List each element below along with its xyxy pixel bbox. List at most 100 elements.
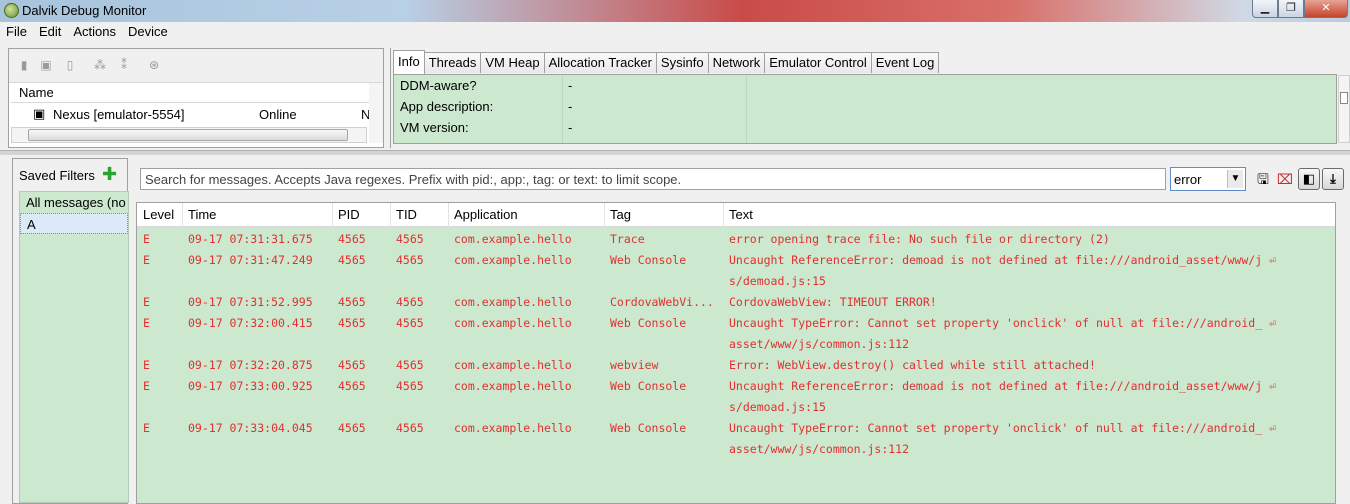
log-app: com.example.hello <box>454 358 572 372</box>
log-text: CordovaWebView: TIMEOUT ERROR! <box>729 295 937 309</box>
column-application[interactable]: Application <box>454 207 518 222</box>
saved-filters-panel: Saved Filters ✚ All messages (no A <box>12 158 129 504</box>
maximize-button[interactable]: ❐ <box>1278 0 1304 18</box>
log-pid: 4565 <box>338 253 366 267</box>
log-tid: 4565 <box>396 253 424 267</box>
tab-emulator-control[interactable]: Emulator Control <box>764 52 872 73</box>
tabs-panel: Info Threads VM Heap Allocation Tracker … <box>390 48 1350 148</box>
column-divider <box>332 203 333 227</box>
log-level: E <box>143 232 150 246</box>
tab-info[interactable]: Info <box>393 50 425 74</box>
log-time: 09-17 07:32:20.875 <box>188 358 313 372</box>
log-text: error opening trace file: No such file o… <box>729 232 1110 246</box>
debug-icon[interactable]: ▮ <box>17 58 31 72</box>
log-text: Uncaught TypeError: Cannot set property … <box>729 316 1276 330</box>
minimize-button[interactable]: ▁ <box>1252 0 1278 18</box>
device-row[interactable]: ▣ Nexus [emulator-5554] Online N <box>11 106 371 124</box>
logcat-table: Level Time PID TID Application Tag Text … <box>136 202 1336 504</box>
column-pid[interactable]: PID <box>338 207 360 222</box>
log-tag: CordovaWebVi... <box>610 295 714 309</box>
column-divider <box>604 203 605 227</box>
log-pid: 4565 <box>338 232 366 246</box>
device-name: Nexus [emulator-5554] <box>53 107 185 122</box>
info-row: VM version: - <box>394 117 1336 138</box>
tab-vm-heap[interactable]: VM Heap <box>480 52 545 73</box>
save-icon[interactable]: 🖫 <box>1254 169 1272 189</box>
log-level-select[interactable]: error ▼ <box>1170 167 1246 191</box>
tab-sysinfo[interactable]: Sysinfo <box>655 52 709 73</box>
scroll-thumb[interactable] <box>1340 92 1348 104</box>
menu-file[interactable]: File <box>0 22 33 42</box>
tab-allocation-tracker[interactable]: Allocation Tracker <box>543 52 657 73</box>
logcat-panel: Search for messages. Accepts Java regexe… <box>134 158 1350 504</box>
tab-network[interactable]: Network <box>707 52 766 73</box>
filter-list: All messages (no A <box>19 191 129 503</box>
update-heap-icon[interactable]: ▣ <box>39 58 53 72</box>
column-text[interactable]: Text <box>729 207 753 222</box>
log-time: 09-17 07:33:04.045 <box>188 421 313 435</box>
clear-log-icon[interactable]: ⌧ <box>1276 169 1294 189</box>
filter-item-all-messages[interactable]: All messages (no <box>20 192 128 213</box>
menu-bar: File Edit Actions Device <box>0 22 1350 42</box>
log-tid: 4565 <box>396 232 424 246</box>
log-level: E <box>143 421 150 435</box>
log-pid: 4565 <box>338 379 366 393</box>
menu-edit[interactable]: Edit <box>33 22 67 42</box>
log-pid: 4565 <box>338 316 366 330</box>
log-text-continued: asset/www/js/common.js:112 <box>729 337 910 351</box>
log-time: 09-17 07:32:00.415 <box>188 316 313 330</box>
info-value: - <box>568 120 573 135</box>
pane-splitter[interactable] <box>0 150 1350 155</box>
menu-device[interactable]: Device <box>122 22 174 42</box>
toggle-filters-icon[interactable]: ◧ <box>1298 168 1320 190</box>
log-level: E <box>143 253 150 267</box>
dump-hprof-icon[interactable]: ▯ <box>63 58 77 72</box>
log-tid: 4565 <box>396 316 424 330</box>
filter-item-a[interactable]: A <box>20 213 128 234</box>
column-time[interactable]: Time <box>188 207 216 222</box>
column-divider <box>723 203 724 227</box>
info-key: VM version: <box>400 120 469 135</box>
log-level: E <box>143 316 150 330</box>
log-app: com.example.hello <box>454 253 572 267</box>
devices-vscrollbar[interactable] <box>369 83 383 143</box>
chevron-down-icon[interactable]: ▼ <box>1227 170 1243 188</box>
log-tag: Web Console <box>610 379 687 393</box>
gc-icon[interactable]: ⁂ <box>93 58 107 72</box>
window-controls: ▁ ❐ ✕ <box>1252 0 1348 18</box>
column-name[interactable]: Name <box>19 85 54 100</box>
log-app: com.example.hello <box>454 421 572 435</box>
info-value: - <box>568 99 573 114</box>
devices-hscrollbar[interactable] <box>11 127 367 143</box>
update-threads-icon[interactable]: ⁑ <box>117 58 131 72</box>
tab-strip: Info Threads VM Heap Allocation Tracker … <box>393 50 940 74</box>
column-tag[interactable]: Tag <box>610 207 631 222</box>
log-app: com.example.hello <box>454 316 572 330</box>
scroll-thumb[interactable] <box>28 129 348 141</box>
log-tid: 4565 <box>396 358 424 372</box>
log-tid: 4565 <box>396 379 424 393</box>
log-pid: 4565 <box>338 358 366 372</box>
search-input[interactable]: Search for messages. Accepts Java regexe… <box>140 168 1166 190</box>
close-button[interactable]: ✕ <box>1304 0 1348 18</box>
add-filter-icon[interactable]: ✚ <box>102 165 117 183</box>
device-icon: ▣ <box>33 106 46 121</box>
menu-actions[interactable]: Actions <box>67 22 122 42</box>
log-app: com.example.hello <box>454 295 572 309</box>
info-table: DDM-aware? - App description: - VM versi… <box>393 74 1337 144</box>
log-time: 09-17 07:33:00.925 <box>188 379 313 393</box>
info-vscrollbar[interactable] <box>1338 75 1350 143</box>
tab-threads[interactable]: Threads <box>423 52 482 73</box>
log-time: 09-17 07:31:52.995 <box>188 295 313 309</box>
tab-event-log[interactable]: Event Log <box>870 52 940 73</box>
log-text-continued: s/demoad.js:15 <box>729 400 826 414</box>
stop-process-icon[interactable]: ⊛ <box>147 58 161 72</box>
scroll-lock-icon[interactable]: ⤓ <box>1322 168 1344 190</box>
column-tid[interactable]: TID <box>396 207 417 222</box>
log-time: 09-17 07:31:31.675 <box>188 232 313 246</box>
log-text: Uncaught ReferenceError: demoad is not d… <box>729 379 1276 393</box>
column-divider <box>390 203 391 227</box>
logcat-header: Level Time PID TID Application Tag Text <box>137 203 1335 227</box>
column-level[interactable]: Level <box>143 207 174 222</box>
devices-header: Name <box>11 83 371 103</box>
